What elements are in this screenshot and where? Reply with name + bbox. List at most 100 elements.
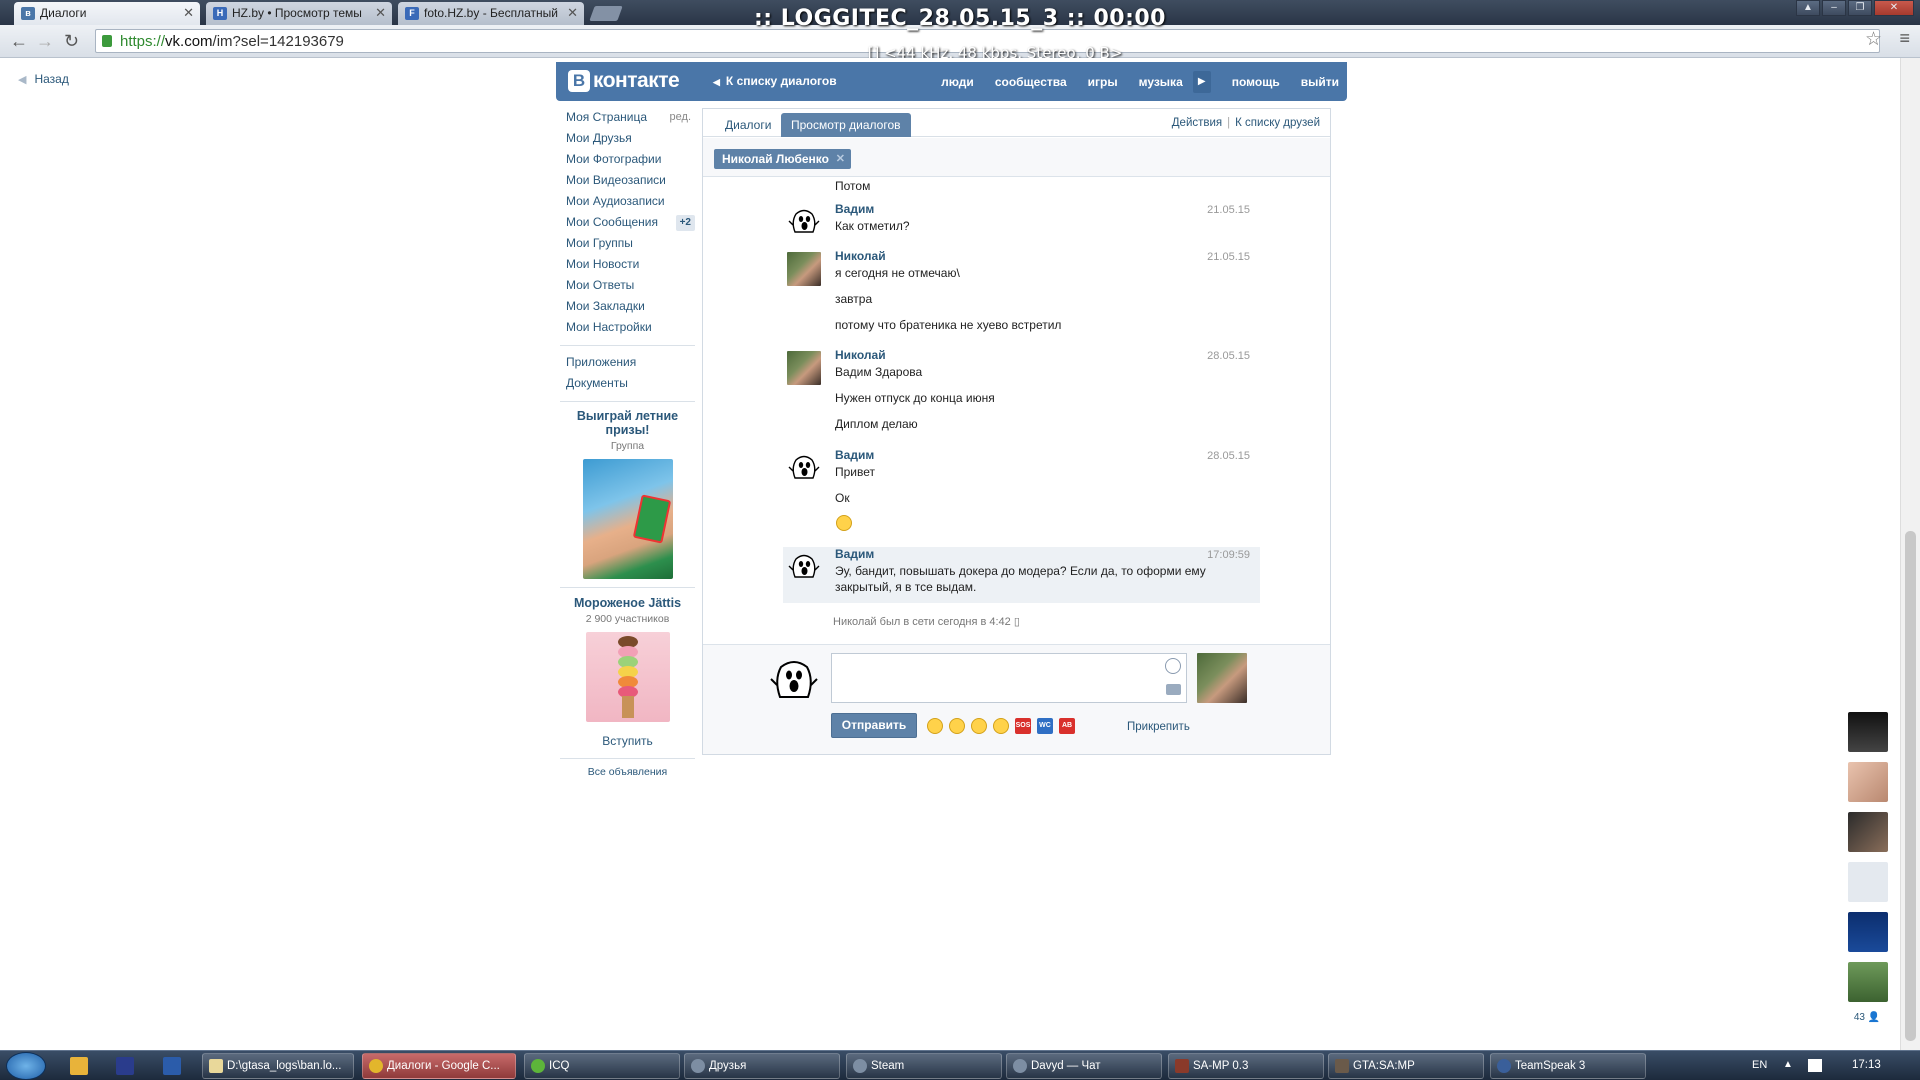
left-sidebar: Моя Страница ред. Мои Друзья Мои Фотограф…: [560, 108, 695, 778]
back-link[interactable]: ◀ Назад: [18, 72, 69, 86]
task-label: D:\gtasa_logs\ban.lo...: [227, 1060, 342, 1072]
tab-view-dialogs[interactable]: Просмотр диалогов: [781, 113, 911, 137]
wc-emoji-icon[interactable]: WC: [1037, 718, 1053, 734]
remove-peer-icon[interactable]: ✕: [836, 149, 845, 169]
page-scrollbar[interactable]: [1900, 58, 1920, 1050]
nav-games[interactable]: игры: [1088, 75, 1118, 89]
save-icon[interactable]: [116, 1057, 134, 1075]
media-player-icon[interactable]: [70, 1057, 88, 1075]
tab-dialogs[interactable]: Диалоги: [715, 113, 781, 137]
start-button[interactable]: [6, 1052, 46, 1080]
grin-emoji-icon[interactable]: [971, 718, 987, 734]
camera-icon[interactable]: [1166, 684, 1181, 695]
task-icq[interactable]: ICQ: [524, 1053, 680, 1079]
message-text: Диплом делаю: [835, 417, 918, 431]
sidebar-item-groups[interactable]: Мои Группы: [560, 234, 695, 255]
friends-count[interactable]: 43 👤: [1844, 1012, 1890, 1023]
friend-avatar[interactable]: [1848, 712, 1888, 752]
message-text: потому что братеника не хуево встретил: [835, 318, 1062, 332]
input-language[interactable]: EN: [1752, 1059, 1767, 1071]
friend-avatar[interactable]: [1848, 812, 1888, 852]
task-label: Друзья: [709, 1060, 747, 1072]
emoji-picker-icon[interactable]: [1165, 658, 1181, 674]
separator: |: [1227, 117, 1231, 129]
friend-avatar[interactable]: [1848, 912, 1888, 952]
message-input[interactable]: [831, 653, 1187, 703]
message-history[interactable]: Потом Вадим 21.05.15 Как отметил? Никола…: [703, 177, 1330, 644]
message-text: Привет: [835, 465, 876, 479]
smile-emoji-icon[interactable]: [927, 718, 943, 734]
task-notepad[interactable]: D:\gtasa_logs\ban.lo...: [202, 1053, 354, 1079]
ad-image[interactable]: [585, 632, 670, 722]
sidebar-item-messages[interactable]: Мои Сообщения +2: [560, 213, 695, 234]
nav-help[interactable]: помощь: [1232, 75, 1280, 89]
nav-music[interactable]: музыка: [1139, 75, 1183, 89]
message-date: 28.05.15: [1207, 350, 1250, 362]
sidebar-item-settings[interactable]: Мои Настройки: [560, 318, 695, 339]
avatar[interactable]: [787, 550, 821, 584]
peer-chip[interactable]: Николай Любенко ✕: [714, 149, 851, 169]
sidebar-item-answers[interactable]: Мои Ответы: [560, 276, 695, 297]
ad-title[interactable]: Мороженое Jättis: [560, 596, 695, 610]
message-author[interactable]: Николай: [835, 348, 886, 362]
avatar[interactable]: [787, 351, 821, 385]
task-teamspeak[interactable]: TeamSpeak 3: [1490, 1053, 1646, 1079]
sidebar-item-documents[interactable]: Документы: [560, 374, 695, 395]
nav-logout[interactable]: выйти: [1301, 75, 1339, 89]
task-steam[interactable]: Steam: [846, 1053, 1002, 1079]
attach-link[interactable]: Прикрепить: [1127, 721, 1190, 733]
tray-expand-icon[interactable]: ▲: [1783, 1059, 1793, 1070]
my-avatar[interactable]: [768, 655, 820, 705]
sidebar-item-audio[interactable]: Мои Аудиозаписи: [560, 192, 695, 213]
action-center-flag-icon[interactable]: [1808, 1059, 1822, 1072]
avatar[interactable]: [787, 451, 821, 485]
crying-emoji-icon[interactable]: [949, 718, 965, 734]
send-button[interactable]: Отправить: [831, 713, 917, 738]
dialog-tabs: Диалоги Просмотр диалогов Действия | К спи…: [703, 109, 1330, 137]
message-date: 21.05.15: [1207, 204, 1250, 216]
word-icon[interactable]: [163, 1057, 181, 1075]
friend-avatar[interactable]: [1848, 762, 1888, 802]
all-ads-link[interactable]: Все объявления: [560, 766, 695, 778]
message-author[interactable]: Вадим: [835, 202, 874, 216]
avatar[interactable]: [787, 252, 821, 286]
message-author[interactable]: Николай: [835, 249, 886, 263]
sidebar-item-news[interactable]: Мои Новости: [560, 255, 695, 276]
friends-list-link[interactable]: К списку друзей: [1235, 117, 1320, 129]
avatar[interactable]: [787, 205, 821, 239]
message-text: я сегодня не отмечаю\: [835, 266, 960, 280]
camera-placeholder-icon[interactable]: [1848, 862, 1888, 902]
sidebar-item-bookmarks[interactable]: Мои Закладки: [560, 297, 695, 318]
sos-emoji-icon[interactable]: SOS: [1015, 718, 1031, 734]
friend-avatar[interactable]: [1848, 962, 1888, 1002]
ad-image[interactable]: [582, 459, 673, 579]
sidebar-item-videos[interactable]: Мои Видеозаписи: [560, 171, 695, 192]
ab-emoji-icon[interactable]: AB: [1059, 718, 1075, 734]
task-samp[interactable]: SA-MP 0.3: [1168, 1053, 1324, 1079]
sidebar-item-my-page[interactable]: Моя Страница ред.: [560, 108, 695, 129]
sidebar-item-photos[interactable]: Мои Фотографии: [560, 150, 695, 171]
sidebar-item-apps[interactable]: Приложения: [560, 353, 695, 374]
task-chrome[interactable]: Диалоги - Google C...: [362, 1053, 516, 1079]
sidebar-item-friends[interactable]: Мои Друзья: [560, 129, 695, 150]
vk-logo[interactable]: В контакте: [568, 69, 680, 93]
edit-link[interactable]: ред.: [670, 108, 691, 127]
nav-communities[interactable]: сообщества: [995, 75, 1067, 89]
actions-link[interactable]: Действия: [1172, 117, 1222, 129]
system-clock[interactable]: 17:13: [1852, 1059, 1881, 1071]
join-group-link[interactable]: Вступить: [560, 734, 695, 748]
scroll-thumb[interactable]: [1905, 531, 1916, 1041]
task-chat[interactable]: Davyd — Чат: [1006, 1053, 1162, 1079]
sad-emoji-icon[interactable]: [993, 718, 1009, 734]
message-author[interactable]: Вадим: [835, 547, 874, 561]
task-gta[interactable]: GTA:SA:MP: [1328, 1053, 1484, 1079]
ad-title[interactable]: Выиграй летние призы!: [560, 409, 695, 437]
music-play-icon[interactable]: ▶: [1192, 70, 1211, 93]
message-date: 21.05.15: [1207, 251, 1250, 263]
task-friends[interactable]: Друзья: [684, 1053, 840, 1079]
nav-people[interactable]: люди: [941, 75, 974, 89]
peer-avatar[interactable]: [1197, 653, 1247, 703]
back-to-dialogs-link[interactable]: ◀ К списку диалогов: [713, 74, 837, 88]
message-author[interactable]: Вадим: [835, 448, 874, 462]
back-to-dialogs-label: К списку диалогов: [725, 74, 837, 88]
